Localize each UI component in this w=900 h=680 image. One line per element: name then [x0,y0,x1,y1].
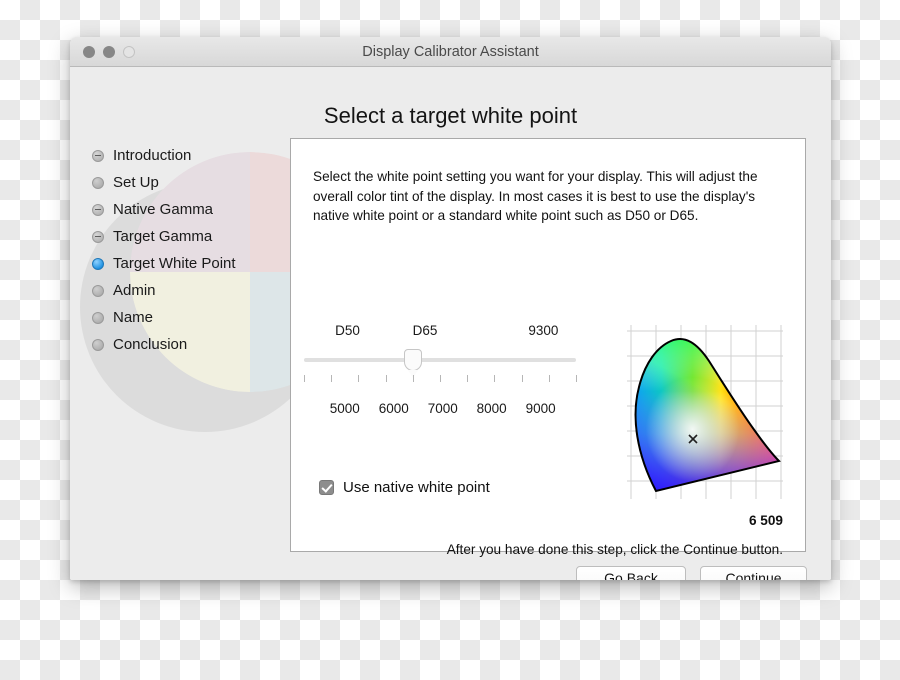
slider-ticks [304,375,577,383]
sidebar-item-conclusion[interactable]: Conclusion [92,331,282,358]
cie-chromaticity-diagram [627,325,783,499]
sidebar-item-label: Name [113,309,154,326]
slider-tick [576,375,577,382]
step-status-icon [92,203,104,216]
slider-tick [358,375,360,382]
sidebar-item-label: Target White Point [113,255,236,272]
sidebar-item-label: Set Up [113,174,159,191]
cie-gamut-fill [635,339,779,491]
step-status-icon [92,284,104,297]
slider-tick-label-6000: 6000 [378,401,409,416]
step-status-icon [92,311,104,324]
slider-tick-label-5000: 5000 [329,401,360,416]
sidebar-item-label: Conclusion [113,336,188,353]
sidebar-item-label: Target Gamma [113,228,213,245]
slider-tick [521,375,523,382]
step-status-icon [92,176,104,189]
step-list: Introduction Set Up Native Gamma Target … [92,142,282,358]
continue-instruction: After you have done this step, click the… [446,542,783,557]
sidebar-item-admin[interactable]: Admin [92,277,282,304]
sidebar-item-introduction[interactable]: Introduction [92,142,282,169]
slider-track[interactable] [304,358,576,362]
checkbox-check-icon[interactable] [319,480,334,495]
step-status-icon [92,149,104,162]
slider-tick [412,375,414,382]
sidebar-item-label: Introduction [113,147,192,164]
go-back-button[interactable]: Go Back [576,566,686,580]
sidebar-item-native-gamma[interactable]: Native Gamma [92,196,282,223]
sidebar-item-label: Native Gamma [113,201,214,218]
temperature-readout: 6 509 [748,513,783,528]
content-panel: Select the white point setting you want … [290,138,806,557]
slider-label-d50: D50 [335,323,360,338]
sidebar-item-label: Admin [113,282,156,299]
window-titlebar: Display Calibrator Assistant [70,37,831,67]
sidebar-item-set-up[interactable]: Set Up [92,169,282,196]
page-title: Select a target white point [323,103,578,128]
window-body: Select a target white point Introduction… [70,67,831,580]
slider-tick [440,375,441,382]
step-status-icon [92,230,104,243]
sidebar-item-name[interactable]: Name [92,304,282,331]
slider-tick [385,375,387,382]
checkbox-label: Use native white point [343,479,490,496]
slider-tick-label-7000: 7000 [427,401,458,416]
cie-diagram-svg [627,325,783,499]
instruction-text: Select the white point setting you want … [313,169,758,223]
slider-tick [331,375,333,382]
use-native-white-point-checkbox[interactable]: Use native white point [319,479,490,496]
sidebar-item-target-gamma[interactable]: Target Gamma [92,223,282,250]
slider-thumb[interactable] [403,349,422,378]
sidebar-item-target-white-point[interactable]: Target White Point [92,250,282,277]
slider-label-9300: 9300 [528,323,559,338]
slider-bottom-labels: 5000 6000 7000 8000 9000 [304,401,576,419]
slider-tick-label-8000: 8000 [476,401,507,416]
continue-button[interactable]: Continue [700,566,807,580]
step-status-icon [92,338,104,351]
slider-tick [548,375,550,382]
white-point-slider[interactable]: D50 D65 9300 5000 6000 7000 8000 9000 [304,323,577,423]
slider-tick-label-9000: 9000 [525,401,556,416]
slider-tick [467,375,469,382]
slider-tick [304,375,305,382]
display-calibrator-window: Display Calibrator Assistant Select a ta… [70,37,831,580]
step-status-icon-current [92,257,104,270]
window-title: Display Calibrator Assistant [362,44,539,60]
slider-label-d65: D65 [412,323,438,338]
slider-tick [494,375,496,382]
slider-top-labels: D50 D65 9300 [304,323,576,341]
